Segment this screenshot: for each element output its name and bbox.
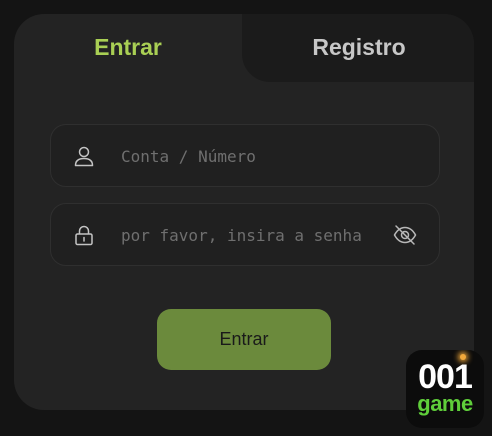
lock-icon: [73, 224, 95, 246]
password-input[interactable]: [121, 220, 379, 250]
user-icon: [73, 145, 95, 167]
logo-word: game: [417, 391, 473, 416]
tab-bar: Entrar Registro: [14, 14, 474, 82]
tab-login[interactable]: Entrar: [14, 14, 242, 80]
account-input[interactable]: [121, 141, 379, 171]
eye-off-icon[interactable]: [393, 224, 417, 246]
app-logo-badge[interactable]: 001 game: [406, 350, 484, 428]
logo-number: 001: [418, 358, 473, 396]
tab-register[interactable]: Registro: [244, 14, 474, 80]
account-field[interactable]: [50, 124, 440, 187]
login-submit-button[interactable]: Entrar: [157, 309, 331, 370]
login-card: Entrar Registro Entrar: [14, 14, 474, 410]
password-field[interactable]: [50, 203, 440, 266]
